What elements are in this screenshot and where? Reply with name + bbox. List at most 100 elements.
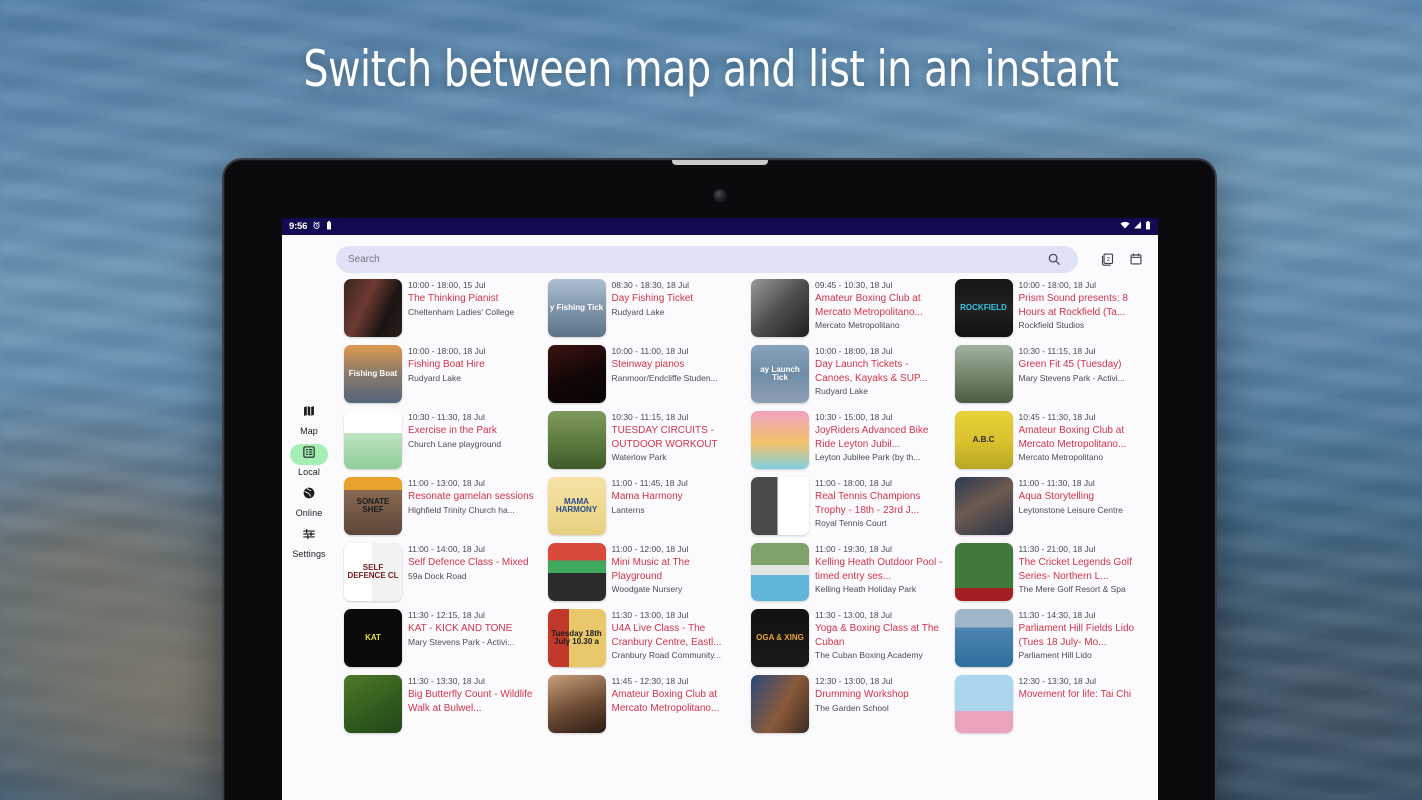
event-title[interactable]: TUESDAY CIRCUITS - OUTDOOR WORKOUT <box>612 424 742 450</box>
event-title[interactable]: Day Fishing Ticket <box>612 292 742 305</box>
status-clock: 9:56 <box>289 221 308 232</box>
event-card[interactable]: 12:30 - 13:00, 18 Jul Drumming Workshop Th… <box>747 671 951 737</box>
tablet-notch <box>671 160 768 165</box>
event-title[interactable]: Parliament Hill Fields Lido (Tues 18 Jul… <box>1019 622 1149 648</box>
event-meta: 11:00 - 11:45, 18 Jul Mama Harmony Lantern… <box>612 477 742 516</box>
tabs-icon[interactable]: 2 <box>1097 249 1117 269</box>
event-title[interactable]: Yoga & Boxing Class at The Cuban <box>815 622 945 648</box>
calendar-icon[interactable] <box>1126 249 1146 269</box>
event-card[interactable]: Tuesday 18th July 10.30 a 11:30 - 13:00, … <box>544 605 748 671</box>
event-venue: Parliament Hill Lido <box>1018 649 1092 660</box>
thumbnail-caption: ROCKFIELD <box>960 302 1007 312</box>
event-title[interactable]: Aqua Storytelling <box>1019 490 1149 503</box>
event-card[interactable]: Fishing Boat 10:00 - 18:00, 18 Jul Fishing… <box>340 341 544 407</box>
event-meta: 11:00 - 11:30, 18 Jul Aqua Storytelling Le… <box>1019 477 1149 516</box>
event-time: 11:30 - 13:00, 18 Jul <box>815 610 892 620</box>
event-thumbnail <box>344 279 402 337</box>
event-card[interactable]: SONATE SHEF 11:00 - 13:00, 18 Jul Resonate… <box>340 473 544 539</box>
event-title[interactable]: Mama Harmony <box>612 490 742 503</box>
event-card[interactable]: 11:00 - 12:00, 18 Jul Mini Music at The P… <box>544 539 748 605</box>
event-card[interactable]: KAT 11:30 - 12:15, 18 Jul KAT - KICK AND T… <box>340 605 544 671</box>
event-meta: 12:30 - 13:00, 18 Jul Drumming Workshop Th… <box>815 675 945 714</box>
event-title[interactable]: Amateur Boxing Club at Mercato Metropoli… <box>1019 424 1149 450</box>
event-title[interactable]: Day Launch Tickets - Canoes, Kayaks & SU… <box>815 358 945 384</box>
event-venue: 59a Dock Road <box>408 570 467 581</box>
event-title[interactable]: Resonate gamelan sessions <box>408 490 538 503</box>
event-title[interactable]: Amateur Boxing Club at Mercato Metropoli… <box>815 292 945 318</box>
event-title[interactable]: Fishing Boat Hire <box>408 358 538 371</box>
event-card[interactable]: 11:30 - 14:30, 18 Jul Parliament Hill Fie… <box>951 605 1155 671</box>
event-card[interactable]: ay Launch Tick 10:00 - 18:00, 18 Jul Day L… <box>747 341 951 407</box>
event-card[interactable]: 11:45 - 12:30, 18 Jul Amateur Boxing Club… <box>544 671 748 737</box>
event-card[interactable]: MAMA HARMONY 11:00 - 11:45, 18 Jul Mama Ha… <box>544 473 748 539</box>
event-meta: 11:00 - 14:00, 18 Jul Self Defence Class … <box>408 543 538 582</box>
sidebar-item-local[interactable]: Local <box>282 444 336 482</box>
sidebar-item-map[interactable]: Map <box>282 403 336 441</box>
event-card[interactable]: 11:00 - 18:00, 18 Jul Real Tennis Champio… <box>747 473 951 539</box>
event-title[interactable]: Real Tennis Champions Trophy - 18th - 23… <box>815 490 945 516</box>
event-venue: Mary Stevens Park - Activi... <box>408 636 515 647</box>
event-card[interactable]: 11:30 - 13:30, 18 Jul Big Butterfly Count… <box>340 671 544 737</box>
event-title[interactable]: Steinway pianos <box>612 358 742 371</box>
search-icon[interactable] <box>1044 249 1064 269</box>
event-card[interactable]: 10:30 - 11:30, 18 Jul Exercise in the Par… <box>340 407 544 473</box>
event-thumbnail <box>751 543 809 601</box>
event-title[interactable]: Amateur Boxing Club at Mercato Metropoli… <box>612 688 742 714</box>
event-card[interactable]: 11:00 - 19:30, 18 Jul Kelling Heath Outdo… <box>747 539 951 605</box>
event-thumbnail: Fishing Boat <box>344 345 402 403</box>
event-title[interactable]: Big Butterfly Count - Wildlife Walk at B… <box>408 688 538 714</box>
event-title[interactable]: Green Fit 45 (Tuesday) <box>1019 358 1149 371</box>
event-title[interactable]: Mini Music at The Playground <box>612 556 742 582</box>
event-title[interactable]: KAT - KICK AND TONE <box>408 622 538 635</box>
event-card[interactable]: 10:30 - 15:00, 18 Jul JoyRiders Advanced … <box>747 407 951 473</box>
event-card[interactable]: 11:30 - 21:00, 18 Jul The Cricket Legends… <box>951 539 1155 605</box>
sidebar-item-online[interactable]: Online <box>282 485 336 523</box>
battery-icon <box>1145 220 1151 233</box>
event-card[interactable]: 10:00 - 11:00, 18 Jul Steinway pianos Ranm… <box>544 341 748 407</box>
event-thumbnail: KAT <box>344 609 402 667</box>
event-card[interactable]: OGA & XING 11:30 - 13:00, 18 Jul Yoga & Bo… <box>747 605 951 671</box>
event-title[interactable]: The Cricket Legends Golf Series- Norther… <box>1019 556 1149 582</box>
event-title[interactable]: Exercise in the Park <box>408 424 538 437</box>
event-title[interactable]: Self Defence Class - Mixed <box>408 556 538 569</box>
sidebar-item-settings[interactable]: Settings <box>282 526 336 564</box>
event-title[interactable]: Kelling Heath Outdoor Pool - timed entry… <box>815 556 945 582</box>
event-time: 11:00 - 13:00, 18 Jul <box>408 478 485 488</box>
event-time: 11:00 - 12:00, 18 Jul <box>611 544 689 554</box>
event-time: 09:45 - 10:30, 18 Jul <box>815 280 893 290</box>
event-title[interactable]: The Thinking Pianist <box>408 292 538 305</box>
alarm-icon <box>312 221 321 233</box>
search-input[interactable]: Search <box>336 245 1078 273</box>
event-card[interactable]: A.B.C 10:45 - 11:30, 18 Jul Amateur Boxing… <box>951 407 1155 473</box>
event-venue: Cheltenham Ladies' College <box>408 306 515 317</box>
event-meta: 10:30 - 11:15, 18 Jul Green Fit 45 (Tuesd… <box>1019 345 1149 384</box>
event-card[interactable]: 10:30 - 11:15, 18 Jul TUESDAY CIRCUITS - … <box>544 407 748 473</box>
event-grid: 10:00 - 18:00, 15 Jul The Thinking Pianis… <box>336 275 1158 737</box>
event-title[interactable]: Prism Sound presents: 8 Hours at Rockfie… <box>1019 292 1149 318</box>
event-venue: Woodgate Nursery <box>611 583 683 594</box>
thumbnail-caption: ay Launch Tick <box>760 364 800 382</box>
event-time: 11:00 - 11:45, 18 Jul <box>611 478 688 488</box>
sidebar-item-label: Online <box>295 508 323 518</box>
event-card[interactable]: 09:45 - 10:30, 18 Jul Amateur Boxing Club… <box>747 275 951 341</box>
event-card[interactable]: ROCKFIELD 10:00 - 18:00, 18 Jul Prism Soun… <box>951 275 1155 341</box>
event-title[interactable]: U4A Live Class - The Cranbury Centre, Ea… <box>612 622 742 648</box>
status-bar: 9:56 <box>282 218 1158 235</box>
event-card[interactable]: 12:30 - 13:30, 18 Jul Movement for life: … <box>951 671 1155 737</box>
event-title[interactable]: Drumming Workshop <box>815 688 945 701</box>
event-title[interactable]: Movement for life: Tai Chi <box>1019 688 1149 701</box>
event-time: 12:30 - 13:00, 18 Jul <box>815 676 893 686</box>
event-time: 10:00 - 11:00, 18 Jul <box>611 346 689 356</box>
event-meta: 11:30 - 13:00, 18 Jul U4A Live Class - Th… <box>612 609 742 661</box>
event-card[interactable]: 11:00 - 11:30, 18 Jul Aqua Storytelling Le… <box>951 473 1155 539</box>
event-card[interactable]: 10:00 - 18:00, 15 Jul The Thinking Pianis… <box>340 275 544 341</box>
event-title[interactable]: JoyRiders Advanced Bike Ride Leyton Jubi… <box>815 424 945 450</box>
event-card[interactable]: y Fishing Tick 08:30 - 18:30, 18 Jul Day F… <box>544 275 748 341</box>
event-card[interactable]: 10:30 - 11:15, 18 Jul Green Fit 45 (Tuesd… <box>951 341 1155 407</box>
event-time: 10:00 - 18:00, 18 Jul <box>408 346 486 356</box>
event-time: 10:45 - 11:30, 18 Jul <box>1018 412 1096 422</box>
event-card[interactable]: SELF DEFENCE CL 11:00 - 14:00, 18 Jul Self… <box>340 539 544 605</box>
event-venue: Rudyard Lake <box>815 385 868 396</box>
tabs-count: 2 <box>1106 256 1109 262</box>
event-list[interactable]: 10:00 - 18:00, 15 Jul The Thinking Pianis… <box>336 275 1158 800</box>
